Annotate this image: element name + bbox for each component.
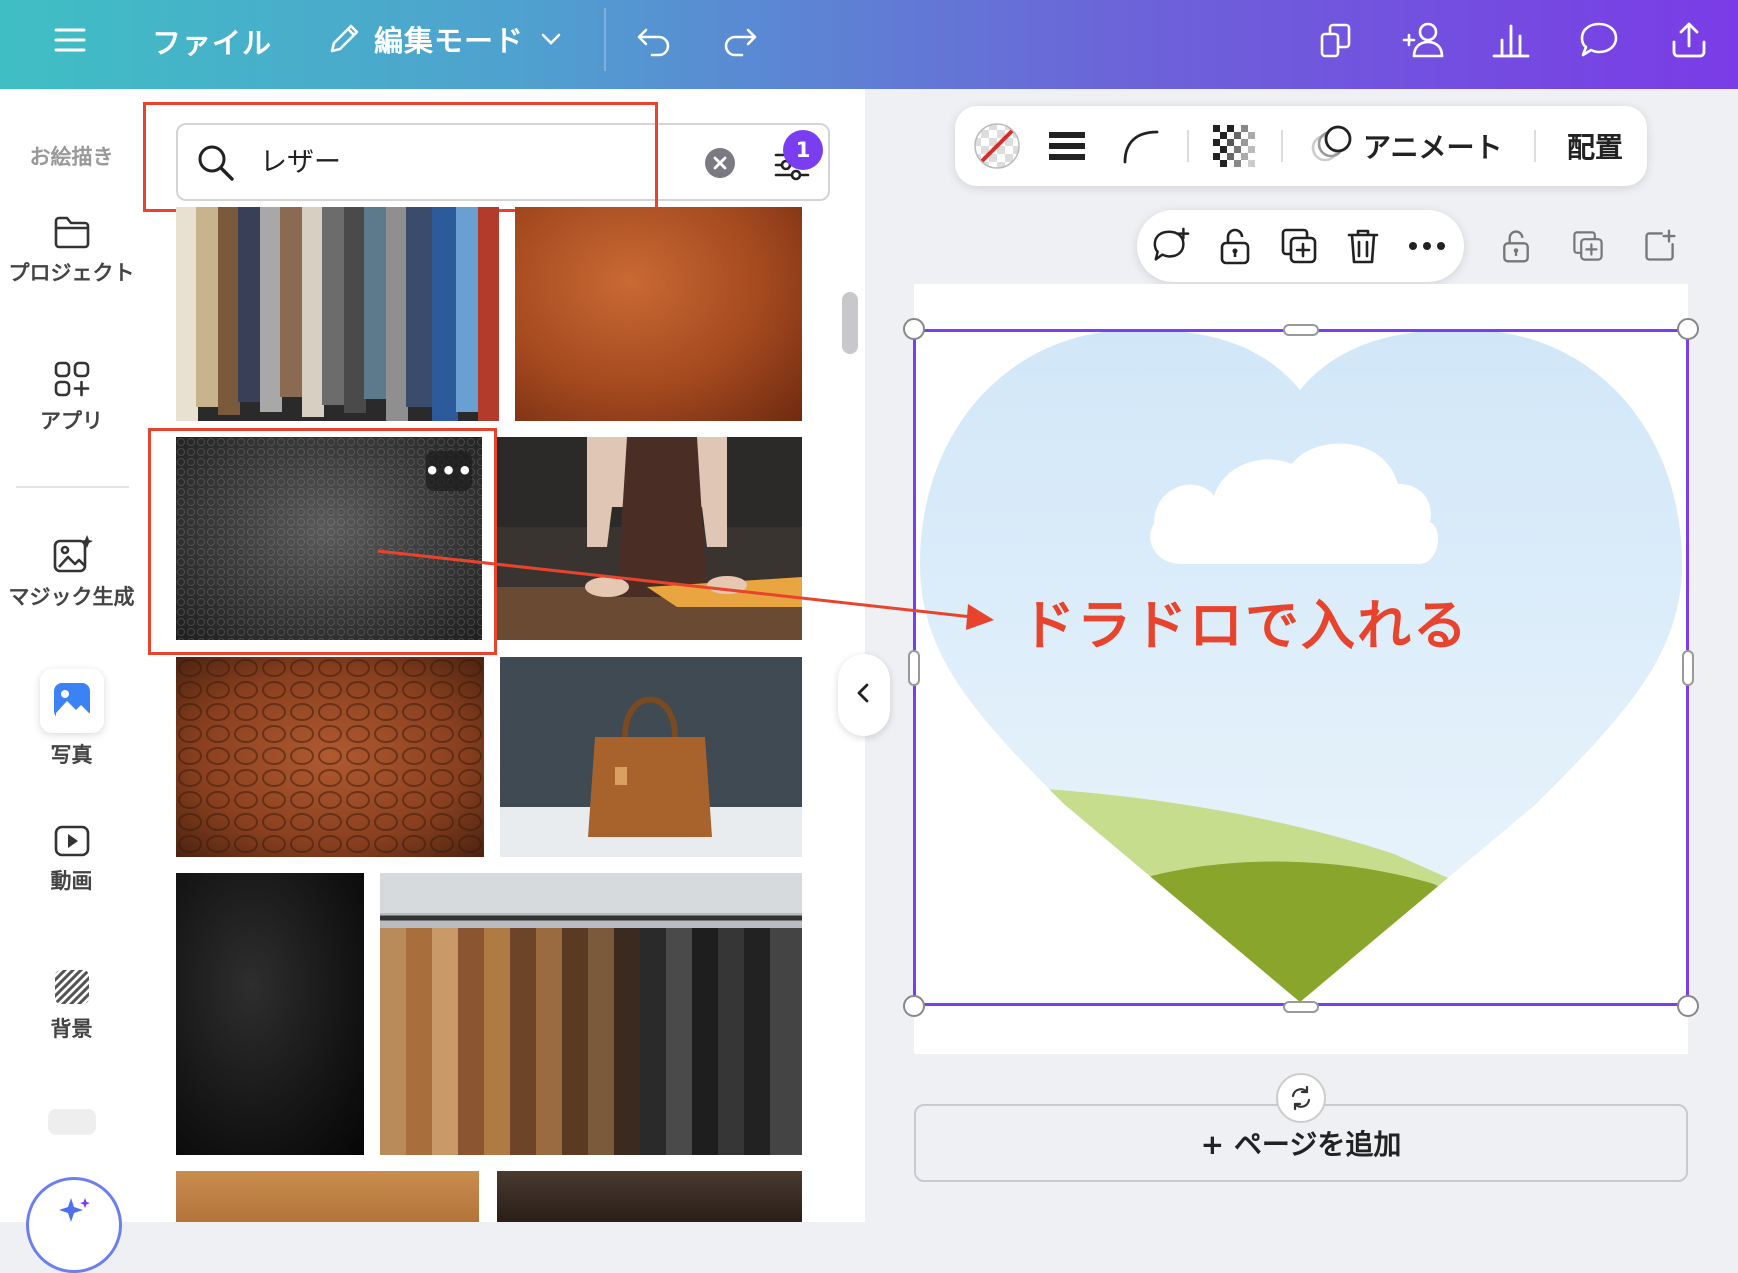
sparkle-icon [57,1196,91,1230]
clear-search-icon[interactable] [704,147,736,183]
resize-handle-bottom-right[interactable] [1677,995,1699,1017]
chevron-down-icon [538,26,564,52]
menu-icon[interactable] [52,22,88,58]
nav-item-more[interactable] [48,1109,96,1135]
transparency-icon[interactable] [1213,106,1255,186]
result-crocodile-leather[interactable] [176,657,484,857]
nav-item-draw[interactable]: お絵描き [0,135,143,171]
resize-handle-right[interactable] [1682,650,1694,686]
topbar-divider [604,8,606,71]
image-highlight-box [148,428,497,655]
animate-icon [1311,124,1355,168]
redo-icon[interactable] [720,20,760,60]
element-floating-menu [1137,210,1464,282]
filter-count-badge: 1 [783,130,823,170]
upload-icon[interactable] [1668,18,1710,60]
lock-icon[interactable] [1215,226,1255,266]
add-page-icon[interactable] [1640,226,1680,266]
result-leather-swatches[interactable] [176,207,499,421]
collapse-panel-button[interactable] [838,654,890,736]
undo-icon[interactable] [634,20,674,60]
duplicate-icon[interactable] [1279,226,1319,266]
nav-label: アプリ [40,409,103,433]
apps-icon [0,359,143,399]
nav-item-magic-media[interactable]: マジック生成 [0,533,143,611]
border-style-icon[interactable] [1047,106,1087,186]
insights-icon[interactable] [1490,18,1532,60]
nav-item-apps[interactable]: アプリ [0,359,143,435]
result-leather-apron[interactable] [497,437,802,640]
corner-rounding-icon[interactable] [1121,106,1161,186]
nav-label: マジック生成 [8,585,135,609]
toolbar-divider [1534,130,1536,162]
page-lock-icon[interactable] [1496,226,1536,266]
resize-handle-top[interactable] [1283,324,1319,336]
video-icon [0,823,143,859]
nav-item-videos[interactable]: 動画 [0,823,143,895]
result-dark-leather[interactable] [176,873,364,1155]
folder-icon [0,213,143,251]
edit-mode-button[interactable]: 編集モード [324,18,564,60]
result-brown-leather[interactable] [515,207,802,421]
nav-label: 背景 [50,1017,93,1041]
comment-icon[interactable] [1578,20,1620,60]
pencil-icon [324,19,364,59]
magic-assistant-button[interactable] [26,1177,122,1273]
resize-handle-bottom-left[interactable] [903,995,925,1017]
page-duplicate-icon[interactable] [1568,226,1608,266]
element-toolbar: アニメート 配置 [955,106,1647,186]
nav-label: プロジェクト [8,261,135,285]
resize-icon[interactable] [1316,20,1356,60]
nav-label: お絵描き [29,145,114,169]
selection-frame [913,329,1689,1006]
toolbar-divider [1281,130,1283,162]
nav-item-photos[interactable]: 写真 [0,669,143,769]
resize-handle-top-left[interactable] [903,318,925,340]
photo-icon [39,669,104,733]
result-tan-leather[interactable] [176,1171,479,1222]
background-icon [0,967,143,1007]
file-menu-button[interactable]: ファイル [152,20,272,62]
left-navigation: お絵描き プロジェクト アプリ マジック生成 写真 動画 背景 [0,89,143,1273]
resize-handle-bottom[interactable] [1283,1001,1319,1013]
magic-media-icon [0,533,143,575]
animate-button[interactable]: アニメート [1311,106,1502,186]
search-highlight-box [143,102,658,212]
resize-handle-top-right[interactable] [1677,318,1699,340]
nav-label: 動画 [50,869,93,893]
trash-icon[interactable] [1343,226,1383,266]
result-leather-jackets[interactable] [380,873,802,1155]
panel-scrollbar[interactable] [842,292,858,354]
refresh-icon[interactable] [1276,1073,1326,1123]
animate-label: アニメート [1363,131,1503,164]
nav-item-backgrounds[interactable]: 背景 [0,967,143,1043]
drag-drop-annotation: ドラドロで入れる [1021,594,1469,657]
more-icon[interactable] [1407,226,1447,266]
chevron-left-icon [854,678,874,713]
arrange-button[interactable]: 配置 [1567,106,1623,186]
resize-handle-left[interactable] [908,650,920,686]
result-leather-craft[interactable] [497,1171,802,1222]
nav-label: 写真 [50,743,93,767]
toolbar-divider [1187,130,1189,162]
transparent-color-icon[interactable] [973,106,1021,186]
nav-divider [16,486,129,488]
result-leather-handbag[interactable] [500,657,802,857]
add-comment-icon[interactable] [1151,226,1191,266]
share-people-icon[interactable] [1400,18,1446,62]
edit-mode-label: 編集モード [374,24,525,58]
nav-item-projects[interactable]: プロジェクト [0,213,143,287]
top-bar: ファイル 編集モード [0,0,1738,89]
